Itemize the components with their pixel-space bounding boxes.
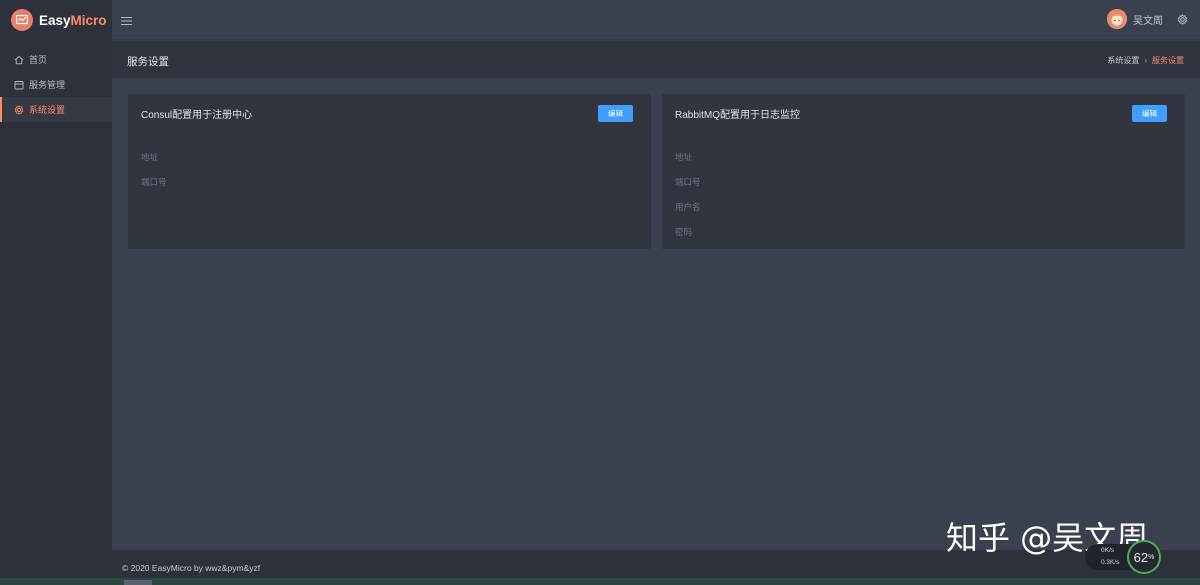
field-label-password: 密码 bbox=[675, 227, 693, 237]
field-label-address: 地址 bbox=[675, 152, 693, 162]
field-label-username: 用户名 bbox=[675, 202, 701, 212]
field-label-address: 地址 bbox=[141, 152, 159, 162]
copyright-text: © 2020 EasyMicro by wwz&pym&yzf bbox=[122, 563, 261, 573]
sidebar-item-label: 系统设置 bbox=[29, 105, 66, 115]
network-speed-widget[interactable]: 0K/s 0.3K/s 62% bbox=[1085, 540, 1161, 576]
sidebar-item-system-settings[interactable]: 系统设置 bbox=[0, 97, 112, 122]
app-logo[interactable]: EasyMicro bbox=[0, 0, 112, 40]
card-title: Consul配置用于注册中心 bbox=[141, 110, 253, 121]
breadcrumb-item-current: 服务设置 bbox=[1152, 56, 1184, 65]
breadcrumb-item-system-settings[interactable]: 系统设置 bbox=[1107, 55, 1139, 66]
sidebar-nav: 首页 服务管理 系统设置 bbox=[0, 47, 112, 122]
sidebar: EasyMicro 首页 服务管理 系统设置 bbox=[0, 0, 112, 585]
box-icon bbox=[14, 80, 24, 89]
taskbar-item[interactable] bbox=[124, 580, 152, 585]
consul-config-card: Consul配置用于注册中心 编辑 地址 端口号 bbox=[128, 94, 651, 249]
logo-icon bbox=[11, 9, 33, 31]
card-title: RabbitMQ配置用于日志监控 bbox=[675, 110, 801, 121]
sidebar-item-service-management[interactable]: 服务管理 bbox=[0, 72, 112, 97]
rabbitmq-config-card: RabbitMQ配置用于日志监控 编辑 地址 端口号 用户名 密码 bbox=[662, 94, 1185, 249]
settings-gear-icon[interactable] bbox=[1177, 13, 1188, 25]
page-header: 服务设置 系统设置 › 服务设置 bbox=[112, 41, 1200, 78]
avatar[interactable] bbox=[1107, 9, 1127, 29]
field-label-port: 端口号 bbox=[675, 177, 701, 187]
taskbar-strip bbox=[0, 578, 1200, 585]
username[interactable]: 吴文周 bbox=[1133, 12, 1163, 27]
home-icon bbox=[14, 55, 24, 64]
sidebar-item-home[interactable]: 首页 bbox=[0, 47, 112, 72]
top-header: 吴文周 bbox=[112, 0, 1200, 40]
user-menu[interactable]: 吴文周 bbox=[1107, 9, 1188, 29]
menu-toggle-icon[interactable] bbox=[121, 13, 132, 31]
sidebar-item-label: 首页 bbox=[29, 55, 48, 65]
edit-button[interactable]: 编辑 bbox=[1132, 105, 1167, 122]
field-label-port: 端口号 bbox=[141, 177, 167, 187]
page-title: 服务设置 bbox=[127, 56, 169, 68]
gear-icon bbox=[14, 104, 24, 115]
download-speed: 0.3K/s bbox=[1101, 559, 1120, 566]
upload-speed: 0K/s bbox=[1101, 547, 1115, 554]
memory-usage-ring: 62% bbox=[1127, 540, 1161, 574]
breadcrumb-separator-icon: › bbox=[1144, 56, 1147, 65]
sidebar-item-label: 服务管理 bbox=[29, 80, 66, 90]
edit-button[interactable]: 编辑 bbox=[598, 105, 633, 122]
app-name: EasyMicro bbox=[39, 12, 107, 28]
breadcrumb: 系统设置 › 服务设置 bbox=[1107, 55, 1184, 66]
